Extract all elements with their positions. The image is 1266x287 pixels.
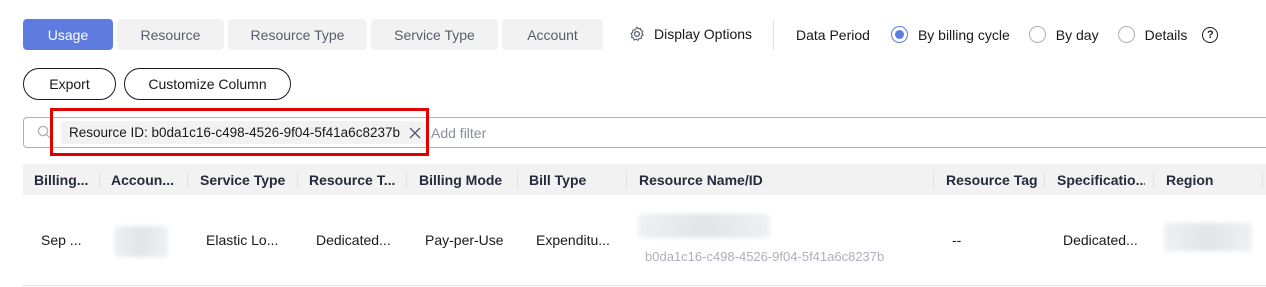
column-header-account[interactable]: Accoun... (111, 164, 183, 195)
cell-billing-mode: Pay-per-Use (425, 232, 504, 248)
cell-resource-tag: -- (952, 232, 962, 248)
radio-by-billing-cycle[interactable]: By billing cycle (890, 26, 1010, 43)
column-header-bill-type[interactable]: Bill Type (529, 164, 619, 195)
radio-details[interactable]: Details (1117, 26, 1188, 43)
cell-service-type: Elastic Lo... (206, 232, 279, 248)
column-divider (1153, 171, 1154, 188)
column-divider (517, 171, 518, 188)
data-period-label: Data Period (796, 26, 870, 43)
column-header-resource-type[interactable]: Resource T... (309, 164, 401, 195)
radio-label: Details (1144, 26, 1188, 43)
column-header-region[interactable]: Region (1166, 164, 1246, 195)
column-header-service-type[interactable]: Service Type (200, 164, 295, 195)
column-divider (1262, 171, 1263, 188)
add-filter-input[interactable]: Add filter (431, 125, 486, 141)
radio-by-day[interactable]: By day (1028, 26, 1099, 43)
export-button[interactable]: Export (23, 68, 116, 100)
cell-resource-name-redacted (638, 214, 770, 238)
column-divider (297, 171, 298, 188)
column-divider (1044, 171, 1045, 188)
cell-billing-cycle: Sep ... (41, 232, 82, 248)
toolbar-divider (773, 20, 774, 50)
display-options-button[interactable]: Display Options (629, 26, 752, 42)
usage-tabs: Usage Resource Resource Type Service Typ… (23, 19, 603, 50)
tab-service-type[interactable]: Service Type (371, 19, 498, 50)
cell-bill-type: Expenditu... (536, 232, 610, 248)
gear-icon (630, 26, 644, 41)
column-divider (933, 171, 934, 188)
column-header-resource-tag[interactable]: Resource Tag (946, 164, 1038, 195)
data-period-group: Data Period By billing cycle By day Deta… (796, 26, 1219, 43)
tab-account[interactable]: Account (502, 19, 603, 50)
column-divider (99, 171, 100, 188)
radio-unchecked-icon (1117, 26, 1135, 43)
highlight-annotation-box (50, 108, 429, 156)
row-divider (23, 285, 1266, 286)
radio-checked-icon (890, 26, 908, 43)
column-divider (406, 171, 407, 188)
column-header-billing-cycle[interactable]: Billing... (34, 164, 96, 195)
column-header-resource-name-id[interactable]: Resource Name/ID (639, 164, 819, 195)
cell-specification: Dedicated... (1063, 232, 1138, 248)
column-divider (626, 171, 627, 188)
customize-column-button[interactable]: Customize Column (124, 68, 291, 100)
display-options-label: Display Options (654, 26, 753, 42)
tab-resource[interactable]: Resource (117, 19, 224, 50)
column-divider (187, 171, 188, 188)
radio-unchecked-icon (1028, 26, 1046, 43)
tab-resource-type[interactable]: Resource Type (228, 19, 367, 50)
search-icon (37, 125, 51, 139)
cell-resource-type: Dedicated... (316, 232, 391, 248)
column-header-billing-mode[interactable]: Billing Mode (419, 164, 519, 195)
radio-label: By day (1055, 26, 1099, 43)
cell-account-redacted (114, 226, 168, 257)
cell-resource-id[interactable]: b0da1c16-c498-4526-9f04-5f41a6c8237b (645, 249, 884, 264)
cell-region-redacted (1164, 223, 1252, 251)
column-header-specification[interactable]: Specificatio... (1057, 164, 1145, 195)
tab-usage[interactable]: Usage (23, 19, 113, 50)
radio-label: By billing cycle (917, 26, 1010, 43)
help-icon[interactable]: ? (1202, 26, 1219, 43)
